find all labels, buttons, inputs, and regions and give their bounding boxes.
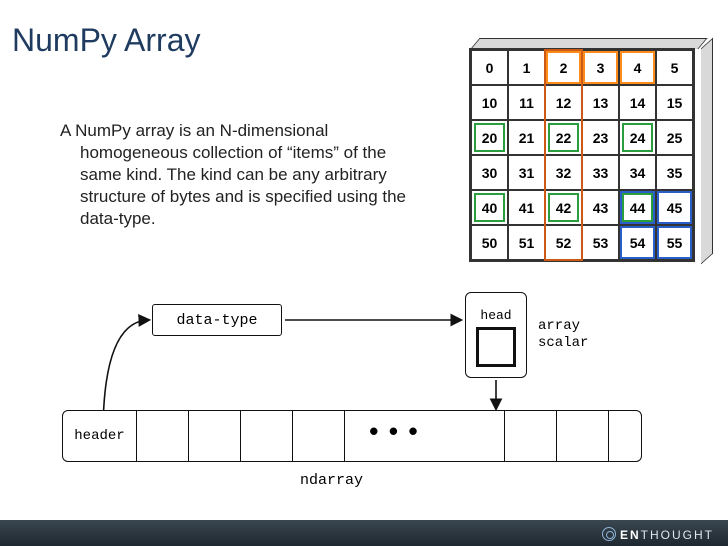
head-box: head xyxy=(465,292,527,378)
grid-cell: 25 xyxy=(656,120,693,155)
logo-circle-icon xyxy=(602,527,616,541)
ndarray-slot xyxy=(137,411,189,461)
ellipsis-icon: ••• xyxy=(360,418,431,448)
grid-cell: 43 xyxy=(582,190,619,225)
datatype-label: data-type xyxy=(176,312,257,329)
grid-cell: 14 xyxy=(619,85,656,120)
ndarray-header: header xyxy=(63,411,137,461)
grid-cell: 22 xyxy=(545,120,582,155)
grid-cell: 32 xyxy=(545,155,582,190)
grid-cell: 12 xyxy=(545,85,582,120)
footer-bar: ENTHOUGHT xyxy=(0,520,728,546)
array-grid: 0123451011121314152021222324253031323334… xyxy=(469,48,695,262)
ndarray-slot xyxy=(293,411,345,461)
grid-cell: 4 xyxy=(619,50,656,85)
grid-cell: 34 xyxy=(619,155,656,190)
array-scalar-label: array scalar xyxy=(538,318,588,352)
slide-description: A NumPy array is an N-dimensional homoge… xyxy=(36,120,416,230)
ndarray-slot xyxy=(609,411,661,461)
grid-cell: 13 xyxy=(582,85,619,120)
ndarray-box: header xyxy=(62,410,642,462)
head-square-icon xyxy=(476,327,516,367)
grid-cell: 44 xyxy=(619,190,656,225)
grid-cell: 53 xyxy=(582,225,619,260)
ndarray-slot xyxy=(557,411,609,461)
ndarray-slot xyxy=(189,411,241,461)
grid-cell: 45 xyxy=(656,190,693,225)
enthought-logo: ENTHOUGHT xyxy=(602,527,714,542)
grid-cell: 41 xyxy=(508,190,545,225)
grid-cell: 5 xyxy=(656,50,693,85)
grid-cell: 40 xyxy=(471,190,508,225)
grid-cell: 2 xyxy=(545,50,582,85)
grid-cell: 24 xyxy=(619,120,656,155)
grid-cell: 21 xyxy=(508,120,545,155)
grid-cell: 52 xyxy=(545,225,582,260)
grid-cell: 31 xyxy=(508,155,545,190)
ndarray-slot xyxy=(505,411,557,461)
grid-cell: 30 xyxy=(471,155,508,190)
grid-cell: 35 xyxy=(656,155,693,190)
head-label: head xyxy=(480,308,511,323)
grid-cell: 23 xyxy=(582,120,619,155)
array-grid-3d: 0123451011121314152021222324253031323334… xyxy=(469,48,706,262)
ndarray-diagram: data-type head array scalar header ••• n… xyxy=(30,300,700,500)
grid-cell: 55 xyxy=(656,225,693,260)
grid-cell: 10 xyxy=(471,85,508,120)
grid-cell: 3 xyxy=(582,50,619,85)
grid-cell: 15 xyxy=(656,85,693,120)
ndarray-label: ndarray xyxy=(300,472,363,489)
datatype-box: data-type xyxy=(152,304,282,336)
grid-cell: 51 xyxy=(508,225,545,260)
grid-cell: 33 xyxy=(582,155,619,190)
grid-cell: 42 xyxy=(545,190,582,225)
grid-cell: 50 xyxy=(471,225,508,260)
grid-cell: 54 xyxy=(619,225,656,260)
ndarray-slot xyxy=(241,411,293,461)
grid-cell: 0 xyxy=(471,50,508,85)
grid-cell: 11 xyxy=(508,85,545,120)
grid-cell: 20 xyxy=(471,120,508,155)
grid-cell: 1 xyxy=(508,50,545,85)
